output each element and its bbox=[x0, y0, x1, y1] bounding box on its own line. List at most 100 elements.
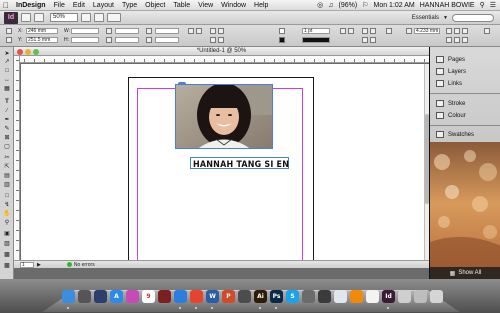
zoom-window-button[interactable] bbox=[33, 48, 39, 55]
panel-pages[interactable]: Pages bbox=[430, 54, 500, 65]
vmware-icon[interactable] bbox=[238, 290, 251, 303]
photo-frame[interactable] bbox=[175, 84, 273, 149]
reference-point-icon[interactable] bbox=[6, 28, 12, 34]
fill-frame-icon[interactable] bbox=[370, 37, 376, 43]
gradient-tool-icon[interactable]: ▤ bbox=[3, 173, 11, 179]
scale-x-icon[interactable] bbox=[106, 28, 112, 34]
stroke-swatch-icon[interactable] bbox=[279, 37, 285, 43]
pdf-icon[interactable] bbox=[366, 290, 379, 303]
panel-stroke[interactable]: Stroke bbox=[430, 98, 500, 109]
panel-swatches[interactable]: Swatches bbox=[430, 129, 500, 140]
downloads-icon[interactable] bbox=[398, 290, 411, 303]
clock[interactable]: Mon 1:02 AM bbox=[373, 2, 414, 9]
scissors-tool-icon[interactable]: ✂ bbox=[3, 155, 11, 161]
control-panel-menu-icon[interactable] bbox=[484, 28, 490, 34]
width-field[interactable] bbox=[71, 28, 99, 34]
preview-icon[interactable] bbox=[334, 290, 347, 303]
pencil-tool-icon[interactable]: ✎ bbox=[3, 126, 11, 132]
free-transform-tool-icon[interactable]: ⇱ bbox=[3, 164, 11, 170]
zoom-level-field[interactable]: 50% bbox=[50, 13, 78, 22]
chrome-icon[interactable] bbox=[190, 290, 203, 303]
flip-horizontal-icon[interactable] bbox=[188, 28, 194, 34]
name-text[interactable]: HANNAH TANG SI EN bbox=[193, 159, 289, 169]
apple-menu-icon[interactable]:  bbox=[0, 1, 12, 10]
distribute-right-icon[interactable] bbox=[462, 37, 468, 43]
notifications-icon[interactable]: ☰ bbox=[490, 1, 496, 9]
preview-mode-icon[interactable]: ▩ bbox=[3, 263, 11, 269]
panel-layers[interactable]: Layers bbox=[430, 66, 500, 77]
tools-icon[interactable] bbox=[302, 290, 315, 303]
launchpad-icon[interactable] bbox=[78, 290, 91, 303]
shear-angle-field[interactable] bbox=[155, 37, 179, 43]
flip-vertical-icon[interactable] bbox=[196, 28, 202, 34]
x-position-field[interactable]: 246 mm bbox=[26, 28, 58, 34]
corner-options-icon[interactable] bbox=[406, 28, 412, 34]
hand-tool-icon[interactable]: ✋ bbox=[3, 211, 11, 217]
center-content-icon[interactable] bbox=[362, 37, 368, 43]
chess-icon[interactable] bbox=[318, 290, 331, 303]
vertical-ruler[interactable] bbox=[14, 56, 20, 260]
page-tool-icon[interactable]: □ bbox=[3, 68, 11, 74]
safari-icon[interactable] bbox=[174, 290, 187, 303]
selection-tool-icon[interactable]: ➤ bbox=[3, 51, 11, 57]
line-tool-icon[interactable]: ∕ bbox=[3, 108, 11, 114]
align-center-icon[interactable] bbox=[454, 28, 460, 34]
align-left-icon[interactable] bbox=[446, 28, 452, 34]
trash-icon[interactable] bbox=[430, 290, 443, 303]
view-options-button[interactable] bbox=[81, 13, 91, 22]
user-name[interactable]: HANNAH BOWIE bbox=[420, 2, 475, 9]
powerpoint-icon[interactable]: P bbox=[222, 290, 235, 303]
rectangle-tool-icon[interactable]: ▢ bbox=[3, 144, 11, 150]
horizontal-ruler[interactable] bbox=[20, 56, 429, 63]
corner-size-field[interactable]: 4.233 mm bbox=[414, 28, 440, 34]
screen-mode-icon[interactable]: ▩ bbox=[3, 252, 11, 258]
vlc-icon[interactable] bbox=[350, 290, 363, 303]
documents-icon[interactable] bbox=[414, 290, 427, 303]
spotlight-icon[interactable]: ⚲ bbox=[480, 1, 485, 9]
flag-icon[interactable]: ⚐ bbox=[362, 1, 368, 9]
minibridge-button[interactable] bbox=[34, 13, 44, 22]
fit-content-icon[interactable] bbox=[362, 28, 368, 34]
minimize-window-button[interactable] bbox=[25, 48, 31, 55]
content-collector-icon[interactable]: ▦ bbox=[3, 86, 11, 92]
distribute-left-icon[interactable] bbox=[446, 37, 452, 43]
itunes-icon[interactable] bbox=[126, 290, 139, 303]
menu-type[interactable]: Type bbox=[118, 2, 141, 9]
name-text-frame[interactable]: HANNAH TANG SI EN bbox=[190, 157, 289, 169]
align-right-icon[interactable] bbox=[462, 28, 468, 34]
drop-shadow-icon[interactable] bbox=[348, 28, 354, 34]
shear-icon[interactable] bbox=[146, 37, 152, 43]
rotate-icon[interactable] bbox=[146, 28, 152, 34]
select-next-icon[interactable] bbox=[218, 37, 224, 43]
fill-swatch-icon[interactable] bbox=[279, 28, 285, 34]
document-canvas[interactable]: HANNAH TANG SI EN bbox=[21, 64, 424, 260]
type-tool-icon[interactable]: T bbox=[3, 99, 11, 105]
rectangle-frame-tool-icon[interactable]: ⊠ bbox=[3, 135, 11, 141]
menu-app-name[interactable]: InDesign bbox=[12, 2, 50, 9]
close-window-button[interactable] bbox=[17, 48, 23, 55]
select-previous-icon[interactable] bbox=[210, 37, 216, 43]
menu-layout[interactable]: Layout bbox=[89, 2, 118, 9]
menu-window[interactable]: Window bbox=[217, 2, 250, 9]
skype-icon[interactable]: S bbox=[286, 290, 299, 303]
volume-icon[interactable]: ♫ bbox=[328, 2, 333, 9]
panel-colour[interactable]: Colour bbox=[430, 110, 500, 121]
rotation-angle-field[interactable] bbox=[155, 28, 179, 34]
menu-object[interactable]: Object bbox=[141, 2, 169, 9]
menu-view[interactable]: View bbox=[194, 2, 217, 9]
page-nav-next-icon[interactable]: ▶ bbox=[37, 262, 41, 268]
scale-y-icon[interactable] bbox=[106, 37, 112, 43]
appstore-icon[interactable]: A bbox=[110, 290, 123, 303]
photoshop-icon[interactable]: Ps bbox=[270, 290, 283, 303]
fill-stroke-icon[interactable]: ▣ bbox=[3, 231, 11, 237]
indesign-icon[interactable]: Id bbox=[382, 290, 395, 303]
photobooth-icon[interactable] bbox=[158, 290, 171, 303]
distribute-center-icon[interactable] bbox=[454, 37, 460, 43]
y-position-field[interactable]: 251.5 mm bbox=[26, 37, 58, 43]
show-all-button[interactable]: ▦ Show All bbox=[430, 267, 500, 279]
eyedropper-tool-icon[interactable]: ↯ bbox=[3, 202, 11, 208]
select-container-icon[interactable] bbox=[210, 28, 216, 34]
gap-tool-icon[interactable]: ↔ bbox=[3, 77, 11, 83]
scale-x-field[interactable] bbox=[115, 28, 139, 34]
panel-links[interactable]: Links bbox=[430, 78, 500, 89]
